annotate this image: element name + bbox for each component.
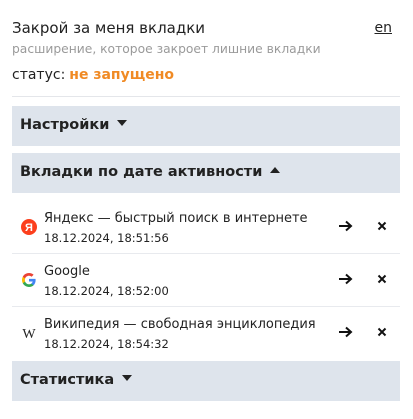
google-icon — [22, 273, 36, 287]
tab-date: 18.12.2024, 18:51:56 — [44, 231, 169, 245]
tab-date: 18.12.2024, 18:54:32 — [44, 337, 169, 351]
arrow-right-icon[interactable] — [337, 270, 355, 288]
section-settings[interactable]: Настройки — [12, 106, 400, 146]
svg-text:W: W — [22, 327, 36, 341]
chevron-up-icon — [270, 167, 281, 173]
status-label: статус: — [12, 67, 66, 83]
status-value: не запущено — [69, 67, 174, 83]
arrow-right-icon[interactable] — [337, 323, 355, 341]
close-icon[interactable] — [375, 219, 389, 233]
arrow-right-icon[interactable] — [337, 217, 355, 235]
tab-row: Я Яндекс — быстрый поиск в интернете 18.… — [12, 202, 400, 254]
wikipedia-icon: W — [22, 327, 36, 341]
tab-row: Google 18.12.2024, 18:52:00 — [12, 255, 400, 307]
section-stats-label: Статистика — [20, 372, 115, 388]
section-stats[interactable]: Статистика — [12, 361, 400, 401]
section-tabs[interactable]: Вкладки по дате активности — [12, 153, 400, 193]
section-settings-label: Настройки — [20, 117, 110, 133]
header-divider — [12, 96, 400, 97]
yandex-icon: Я — [21, 219, 37, 235]
tab-row-divider — [12, 306, 400, 307]
tab-row-divider — [12, 253, 400, 254]
close-icon[interactable] — [375, 325, 389, 339]
extension-subtitle: расширение, которое закроет лишние вклад… — [12, 42, 321, 56]
tab-date: 18.12.2024, 18:52:00 — [44, 284, 169, 298]
status-line: статус: не запущено — [12, 67, 174, 83]
chevron-down-icon — [122, 375, 133, 381]
section-tabs-title: Вкладки по дате активности — [20, 164, 281, 180]
extension-title: Закрой за меня вкладки — [12, 19, 206, 37]
tab-title: Википедия — свободная энциклопедия — [44, 317, 316, 332]
language-switch-link[interactable]: en — [375, 20, 393, 36]
svg-text:Я: Я — [25, 222, 33, 234]
chevron-down-icon — [117, 120, 128, 126]
tab-title: Google — [44, 264, 90, 279]
section-settings-title: Настройки — [20, 117, 128, 133]
section-stats-title: Статистика — [20, 372, 133, 388]
section-tabs-label: Вкладки по дате активности — [20, 164, 263, 180]
tab-row: W Википедия — свободная энциклопедия 18.… — [12, 308, 400, 360]
extension-popup: Закрой за меня вкладки en расширение, ко… — [0, 0, 413, 419]
tab-title: Яндекс — быстрый поиск в интернете — [44, 211, 308, 226]
close-icon[interactable] — [375, 272, 389, 286]
